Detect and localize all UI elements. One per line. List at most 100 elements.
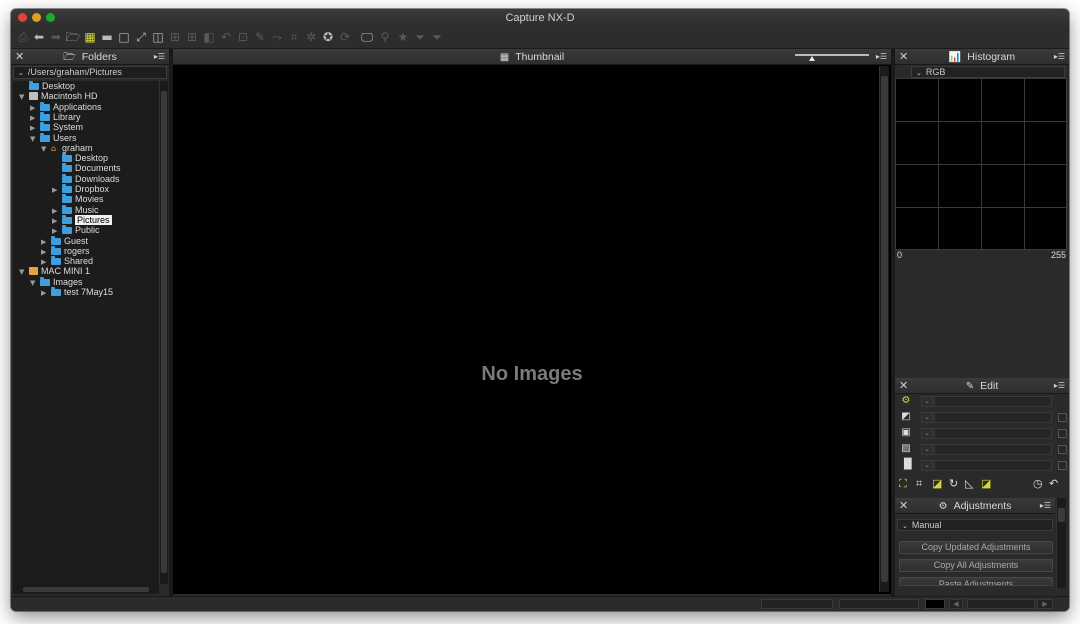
disclosure-open-icon[interactable]: ▼ (30, 134, 40, 144)
print-icon[interactable]: ⎙ (15, 29, 31, 45)
window-minimize-button[interactable] (32, 13, 41, 22)
compare-grid-icon[interactable]: ⊞ (184, 29, 200, 45)
tree-item[interactable]: ▶ Dropbox (52, 184, 109, 194)
disclosure-closed-icon[interactable]: ▶ (41, 288, 51, 298)
tree-item[interactable]: ▶ Public (52, 225, 100, 235)
panel-menu-icon[interactable]: ▸☰ (1040, 498, 1051, 514)
tone-icon[interactable]: ◪ (932, 477, 942, 490)
history-icon[interactable]: ◷ (1033, 477, 1043, 490)
copy-updated-adjustments-button[interactable]: Copy Updated Adjustments (899, 541, 1053, 554)
levels-checkbox[interactable] (1058, 461, 1067, 470)
tree-item[interactable]: Documents (52, 163, 121, 173)
tree-item[interactable]: ▶ Guest (41, 235, 88, 246)
folder-tree-hscroll[interactable] (13, 585, 159, 594)
develop-select[interactable] (934, 396, 1052, 407)
adjustments-vscroll[interactable] (1056, 498, 1066, 588)
tree-item[interactable]: ▶ Applications (30, 101, 102, 112)
crop-tool-icon[interactable]: ⌗ (916, 477, 922, 491)
undo-icon[interactable]: ↶ (1049, 477, 1058, 490)
chevron-down-icon[interactable]: ⌄ (921, 396, 933, 407)
folder-path-select[interactable]: ⌄/Users/graham/Pictures (13, 66, 167, 79)
compare-view-icon[interactable]: ◫ (150, 29, 166, 45)
disclosure-open-icon[interactable]: ▼ (30, 278, 40, 288)
panel-menu-icon[interactable]: ▸☰ (1054, 378, 1065, 394)
folder-tree-vscroll[interactable] (159, 81, 168, 584)
straighten-icon[interactable]: ◺ (965, 477, 973, 490)
histogram-channel-select[interactable]: ⌄ RGB (911, 66, 1065, 78)
tree-item[interactable]: ▶ rogers (41, 245, 90, 256)
display-icon[interactable]: 🖵 (359, 29, 375, 45)
tree-item[interactable]: ▶ Pictures (52, 214, 112, 225)
tree-item[interactable]: ▶ Library (30, 111, 81, 122)
previous-icon[interactable]: ◀ (949, 599, 963, 609)
before-after-icon[interactable]: ◧ (201, 29, 217, 45)
thumbnail-vscroll[interactable] (879, 66, 889, 592)
white-balance-checkbox[interactable] (1058, 429, 1067, 438)
window-close-button[interactable] (18, 13, 27, 22)
disclosure-open-icon[interactable]: ▼ (19, 267, 29, 277)
auto-retouch-icon[interactable]: ⟳ (337, 29, 353, 45)
thumbnail-size-slider[interactable] (795, 54, 869, 56)
open-folder-icon[interactable]: 🗁 (65, 29, 81, 45)
back-arrow-icon[interactable]: ⬅ (31, 29, 47, 45)
tree-item[interactable]: Desktop (52, 153, 108, 163)
next-icon[interactable]: ▶ (1037, 599, 1053, 609)
compare-four-icon[interactable]: ⊞ (167, 29, 183, 45)
picture-control-select[interactable] (934, 444, 1052, 455)
fullscreen-icon[interactable]: ⤢ (133, 29, 149, 45)
scroll-thumb[interactable] (881, 76, 888, 582)
transfer-icon[interactable]: ⚲ (377, 29, 393, 45)
chevron-down-icon[interactable]: ⌄ (921, 428, 933, 439)
crop-view-icon[interactable]: ⊡ (235, 29, 251, 45)
panel-menu-icon[interactable]: ▸☰ (876, 49, 887, 65)
tree-item[interactable]: ▶ Shared (41, 256, 93, 266)
tree-item[interactable]: ▼ MAC MINI 1 (19, 266, 90, 276)
filter-icon[interactable]: ⏷ (412, 29, 428, 45)
straighten-icon[interactable]: ⤳ (269, 29, 285, 45)
copy-all-adjustments-button[interactable]: Copy All Adjustments (899, 559, 1053, 572)
window-zoom-button[interactable] (46, 13, 55, 22)
slider-knob[interactable] (809, 56, 815, 61)
tree-item[interactable]: ▼ ⌂ graham (41, 143, 93, 153)
rotate-icon[interactable]: ↻ (949, 477, 958, 490)
panel-menu-icon[interactable]: ▸☰ (1054, 49, 1065, 65)
curves-icon[interactable]: ◪ (981, 477, 991, 490)
tree-item[interactable]: Desktop (19, 81, 75, 91)
tree-item[interactable]: ▶ Music (52, 204, 99, 215)
rotate-icon[interactable]: ↶ (218, 29, 234, 45)
tree-item[interactable]: Movies (52, 194, 104, 204)
panel-menu-icon[interactable]: ▸☰ (154, 49, 165, 65)
scroll-thumb[interactable] (23, 587, 149, 592)
filmstrip-view-icon[interactable]: ▬ (99, 29, 115, 45)
thumbnail-grid-icon[interactable]: ▦ (82, 29, 98, 45)
exposure-checkbox[interactable] (1058, 413, 1067, 422)
forward-arrow-icon[interactable]: ➡ (48, 29, 64, 45)
chevron-down-icon[interactable]: ⌄ (921, 444, 933, 455)
auto-adjust-icon[interactable]: ⛶ (899, 477, 907, 491)
chevron-down-icon[interactable]: ⌄ (921, 460, 933, 471)
disclosure-open-icon[interactable]: ▼ (41, 144, 51, 154)
adjustments-preset-select[interactable]: ⌄ Manual (897, 519, 1053, 531)
tree-item[interactable]: ▶ test 7May15 (41, 287, 113, 297)
disclosure-open-icon[interactable]: ▼ (19, 92, 29, 102)
tree-item[interactable]: ▼ Macintosh HD (19, 91, 98, 101)
scroll-thumb[interactable] (1058, 508, 1065, 522)
tree-item[interactable]: ▶ System (30, 122, 83, 132)
filter-advanced-icon[interactable]: ⏷ (429, 29, 445, 45)
paste-adjustments-button[interactable]: Paste Adjustments (899, 577, 1053, 586)
tree-item[interactable]: Downloads (52, 173, 120, 184)
tree-item[interactable]: ▼ Users (30, 132, 77, 144)
exposure-select[interactable] (934, 412, 1052, 423)
rating-star-icon[interactable]: ★ (395, 29, 411, 45)
scroll-thumb[interactable] (161, 91, 167, 573)
tree-item[interactable]: ▼ Images (30, 276, 83, 288)
levels-select[interactable] (934, 460, 1052, 471)
brush-icon[interactable]: ✎ (252, 29, 268, 45)
white-balance-select[interactable] (934, 428, 1052, 439)
picture-control-checkbox[interactable] (1058, 445, 1067, 454)
retouch-icon[interactable]: ✲ (303, 29, 319, 45)
single-view-icon[interactable]: □ (116, 29, 132, 45)
chevron-down-icon[interactable]: ⌄ (921, 412, 933, 423)
color-control-point-icon[interactable]: ✪ (320, 29, 336, 45)
crop-tool-icon[interactable]: ⌗ (286, 29, 302, 45)
